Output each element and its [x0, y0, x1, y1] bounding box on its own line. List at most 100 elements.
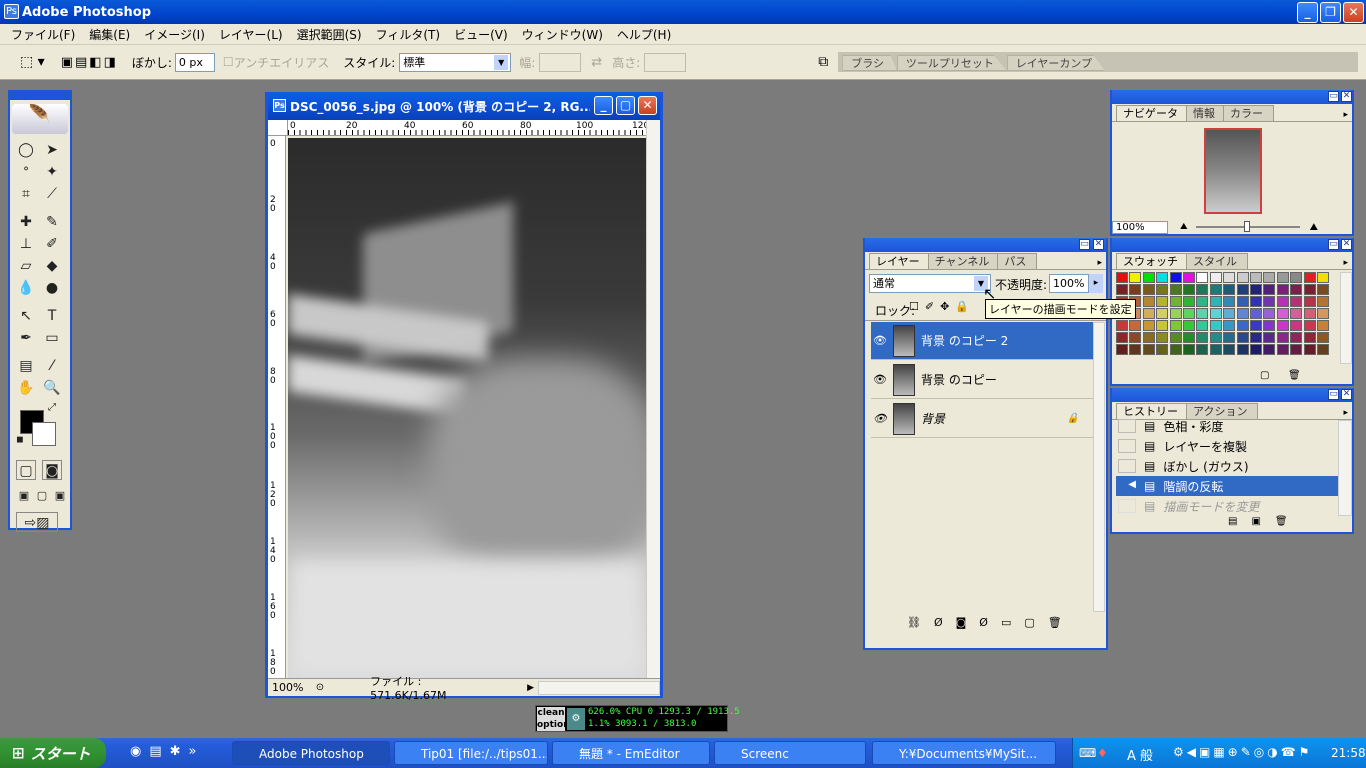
color-swatch[interactable]	[1209, 284, 1222, 295]
navigator-zoom-input[interactable]: 100%	[1112, 220, 1168, 234]
color-swatch[interactable]	[1290, 344, 1303, 355]
color-swatch[interactable]	[1142, 284, 1155, 295]
tab-channels[interactable]: チャンネル	[927, 253, 1001, 269]
color-swatch[interactable]	[1209, 344, 1222, 355]
color-swatch[interactable]	[1156, 320, 1169, 331]
swatches-scrollbar[interactable]	[1340, 272, 1352, 364]
color-swatch[interactable]	[1142, 332, 1155, 343]
color-swatch[interactable]	[1116, 284, 1128, 295]
color-swatch[interactable]	[1183, 332, 1195, 343]
color-swatch[interactable]	[1317, 284, 1329, 295]
zoom-slider-thumb[interactable]	[1243, 221, 1250, 232]
status-arrow-icon[interactable]: ▶	[527, 683, 534, 693]
color-swatch[interactable]	[1183, 320, 1195, 331]
color-swatch[interactable]	[1196, 344, 1209, 355]
eye-icon[interactable]: 👁	[871, 334, 889, 347]
panel-minimize-icon[interactable]: ▭	[1328, 91, 1339, 102]
color-swatch[interactable]	[1276, 272, 1289, 283]
color-swatch[interactable]	[1129, 332, 1142, 343]
history-item-selected[interactable]: ◀ ▤ 階調の反転	[1116, 476, 1342, 496]
document-title-bar[interactable]: Ps DSC_0056_s.jpg @ 100% (背景 のコピー 2, RG.…	[268, 92, 660, 120]
document-close-button[interactable]: ✕	[638, 96, 657, 115]
swap-colors-icon[interactable]: ⤢	[46, 402, 58, 414]
menu-file[interactable]: ファイル(F)	[4, 26, 82, 43]
tab-tool-presets[interactable]: ツールプリセット	[896, 55, 1007, 71]
color-swatch[interactable]	[1236, 332, 1249, 343]
restore-button[interactable]: ❐	[1320, 2, 1341, 23]
panel-menu-icon[interactable]: ▸	[1343, 110, 1348, 120]
color-swatch[interactable]	[1236, 272, 1249, 283]
paint-bucket-icon[interactable]: ◆	[42, 256, 62, 276]
navigator-thumbnail[interactable]	[1204, 128, 1262, 214]
zoom-icon[interactable]: 🔍	[42, 378, 62, 398]
history-item[interactable]: ▤ ぼかし (ガウス)	[1116, 456, 1342, 476]
move-tool-icon[interactable]: ➤	[42, 140, 62, 160]
panel-minimize-icon[interactable]: ▭	[1328, 239, 1339, 250]
color-swatch[interactable]	[1223, 332, 1236, 343]
color-swatch[interactable]	[1183, 284, 1195, 295]
tray-keyboard-icon[interactable]: ⌨	[1079, 746, 1096, 760]
layer-row[interactable]: 👁 背景 のコピー	[871, 361, 1093, 399]
color-swatch[interactable]	[1303, 284, 1316, 295]
color-swatch[interactable]	[1303, 308, 1316, 319]
color-swatch[interactable]	[1142, 344, 1155, 355]
default-colors-icon[interactable]: ◼	[14, 434, 26, 446]
color-swatch[interactable]	[1196, 320, 1209, 331]
color-swatch[interactable]	[1223, 308, 1236, 319]
menu-layer[interactable]: レイヤー(L)	[212, 26, 290, 43]
task-screenc[interactable]: Screenc	[714, 741, 866, 765]
color-swatch[interactable]	[1156, 308, 1169, 319]
trash-icon[interactable]: 🗑	[1288, 370, 1301, 381]
color-swatch[interactable]	[1209, 332, 1222, 343]
task-browser[interactable]: Tip01 [file:/../tips01...	[394, 741, 548, 765]
minimize-button[interactable]: _	[1297, 2, 1318, 23]
chevron-down-icon[interactable]: ▼	[494, 54, 509, 70]
color-swatch[interactable]	[1236, 320, 1249, 331]
color-swatch[interactable]	[1317, 308, 1329, 319]
color-swatch[interactable]	[1290, 284, 1303, 295]
color-swatch[interactable]	[1183, 308, 1195, 319]
color-swatch[interactable]	[1209, 272, 1222, 283]
color-swatch[interactable]	[1263, 332, 1276, 343]
zoom-in-icon[interactable]: ⛰	[1310, 222, 1318, 233]
color-swatch[interactable]	[1223, 296, 1236, 307]
blur-icon[interactable]: 💧	[16, 278, 36, 298]
slice-icon[interactable]: ⟋	[42, 184, 62, 204]
document-maximize-button[interactable]: ▢	[616, 96, 635, 115]
color-swatch[interactable]	[1196, 272, 1209, 283]
color-swatch[interactable]	[1129, 284, 1142, 295]
color-swatch[interactable]	[1290, 272, 1303, 283]
dodge-icon[interactable]: ●	[42, 278, 62, 298]
color-swatch[interactable]	[1196, 284, 1209, 295]
panel-minimize-icon[interactable]: ▭	[1328, 389, 1339, 400]
color-swatch[interactable]	[1317, 320, 1329, 331]
screen-mode-standard-icon[interactable]: ▣	[14, 486, 34, 506]
tab-layers[interactable]: レイヤー	[869, 253, 931, 269]
color-swatch[interactable]	[1276, 308, 1289, 319]
panel-menu-icon[interactable]: ▸	[1343, 408, 1348, 418]
color-swatch[interactable]	[1156, 332, 1169, 343]
color-swatch[interactable]	[1263, 284, 1276, 295]
color-swatch[interactable]	[1303, 344, 1316, 355]
panel-menu-icon[interactable]: ▸	[1343, 258, 1348, 268]
palette-well-icon[interactable]: ⧉	[818, 54, 828, 70]
color-swatch[interactable]	[1236, 296, 1249, 307]
task-photoshop[interactable]: Adobe Photoshop	[232, 741, 390, 765]
color-swatch[interactable]	[1169, 332, 1182, 343]
lock-icons[interactable]: ☐✐✥🔒	[909, 300, 975, 313]
notes-icon[interactable]: ▤	[16, 356, 36, 376]
panel-title-bar[interactable]	[1112, 90, 1352, 104]
tab-paths[interactable]: パス	[997, 253, 1038, 269]
color-swatch[interactable]	[1142, 272, 1155, 283]
document-zoom[interactable]: 100%	[268, 681, 306, 694]
color-swatch[interactable]	[1156, 272, 1169, 283]
height-input[interactable]	[644, 52, 687, 72]
color-swatch[interactable]	[1276, 344, 1289, 355]
color-swatch[interactable]	[1263, 296, 1276, 307]
crop-icon[interactable]: ⌗	[16, 184, 36, 204]
quick-launch-icons[interactable]: ◉▤✱»	[130, 744, 204, 759]
new-swatch-icon[interactable]: ▢	[1260, 370, 1269, 381]
panel-minimize-icon[interactable]: ▭	[1079, 239, 1090, 250]
color-swatch[interactable]	[1250, 272, 1262, 283]
history-item[interactable]: ▤ 描画モードを変更	[1116, 496, 1342, 516]
